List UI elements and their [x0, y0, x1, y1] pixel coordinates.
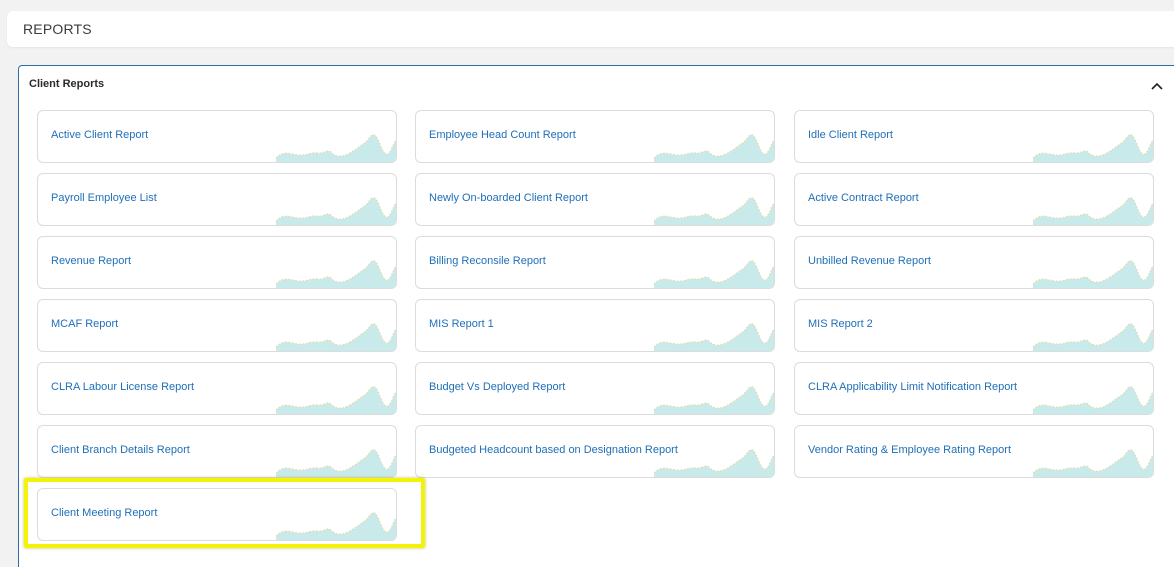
report-card-label[interactable]: Active Contract Report: [808, 192, 919, 204]
sparkline-decoration-icon: [1033, 134, 1153, 162]
sparkline-decoration-icon: [276, 323, 396, 351]
report-card[interactable]: MIS Report 2: [794, 299, 1154, 352]
panel-title: Client Reports: [29, 78, 105, 90]
sparkline-decoration-icon: [276, 512, 396, 540]
report-card-label[interactable]: MIS Report 2: [808, 318, 873, 330]
report-card[interactable]: Revenue Report: [37, 236, 397, 289]
report-card[interactable]: MIS Report 1: [415, 299, 775, 352]
report-card-label[interactable]: Budget Vs Deployed Report: [429, 381, 565, 393]
sparkline-decoration-icon: [654, 449, 774, 477]
report-card-label[interactable]: Payroll Employee List: [51, 192, 157, 204]
sparkline-decoration-icon: [276, 197, 396, 225]
sparkline-decoration-icon: [276, 260, 396, 288]
sparkline-decoration-icon: [654, 260, 774, 288]
report-card[interactable]: MCAF Report: [37, 299, 397, 352]
report-card-label[interactable]: Active Client Report: [51, 129, 148, 141]
report-card[interactable]: Idle Client Report: [794, 110, 1154, 163]
report-card-label[interactable]: Client Meeting Report: [51, 507, 157, 519]
report-card[interactable]: Vendor Rating & Employee Rating Report: [794, 425, 1154, 478]
sparkline-decoration-icon: [1033, 323, 1153, 351]
sparkline-decoration-icon: [654, 386, 774, 414]
sparkline-decoration-icon: [276, 386, 396, 414]
sparkline-decoration-icon: [1033, 386, 1153, 414]
sparkline-decoration-icon: [654, 197, 774, 225]
report-card-label[interactable]: Billing Reconsile Report: [429, 255, 546, 267]
report-card[interactable]: CLRA Applicability Limit Notification Re…: [794, 362, 1154, 415]
report-card[interactable]: Unbilled Revenue Report: [794, 236, 1154, 289]
report-card-label[interactable]: Unbilled Revenue Report: [808, 255, 931, 267]
report-card-label[interactable]: CLRA Applicability Limit Notification Re…: [808, 381, 1017, 393]
report-card[interactable]: CLRA Labour License Report: [37, 362, 397, 415]
report-card-label[interactable]: CLRA Labour License Report: [51, 381, 194, 393]
report-card[interactable]: Billing Reconsile Report: [415, 236, 775, 289]
report-card-label[interactable]: Employee Head Count Report: [429, 129, 576, 141]
report-card[interactable]: Client Meeting Report: [37, 488, 397, 541]
report-card[interactable]: Employee Head Count Report: [415, 110, 775, 163]
sparkline-decoration-icon: [276, 449, 396, 477]
sparkline-decoration-icon: [1033, 260, 1153, 288]
report-card[interactable]: Client Branch Details Report: [37, 425, 397, 478]
report-card-label[interactable]: MIS Report 1: [429, 318, 494, 330]
sparkline-decoration-icon: [276, 134, 396, 162]
report-card-label[interactable]: Vendor Rating & Employee Rating Report: [808, 444, 1011, 456]
report-card-label[interactable]: Newly On-boarded Client Report: [429, 192, 588, 204]
report-card-label[interactable]: Revenue Report: [51, 255, 131, 267]
sparkline-decoration-icon: [654, 323, 774, 351]
sparkline-decoration-icon: [1033, 197, 1153, 225]
chevron-up-icon[interactable]: [1150, 79, 1164, 93]
sparkline-decoration-icon: [654, 134, 774, 162]
report-card[interactable]: Active Client Report: [37, 110, 397, 163]
report-card[interactable]: Budgeted Headcount based on Designation …: [415, 425, 775, 478]
report-card-label[interactable]: Budgeted Headcount based on Designation …: [429, 444, 678, 456]
page-header: REPORTS: [7, 11, 1174, 47]
report-card[interactable]: Newly On-boarded Client Report: [415, 173, 775, 226]
page-title: REPORTS: [23, 21, 92, 37]
report-card[interactable]: Active Contract Report: [794, 173, 1154, 226]
report-card[interactable]: Payroll Employee List: [37, 173, 397, 226]
report-card-label[interactable]: Client Branch Details Report: [51, 444, 190, 456]
report-card-label[interactable]: MCAF Report: [51, 318, 118, 330]
report-card[interactable]: Budget Vs Deployed Report: [415, 362, 775, 415]
report-card-label[interactable]: Idle Client Report: [808, 129, 893, 141]
sparkline-decoration-icon: [1033, 449, 1153, 477]
